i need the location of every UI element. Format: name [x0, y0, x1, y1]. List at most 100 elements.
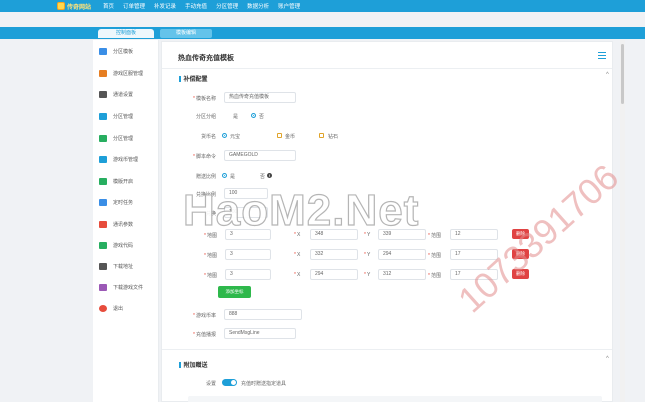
section-extra-gift-title: 附加赠送	[179, 360, 208, 369]
zone-group-label: 分区分组	[195, 114, 216, 120]
script-command-input[interactable]: GAMEGOLD	[224, 150, 296, 161]
map-label: *地图	[204, 253, 217, 259]
wrench-icon	[99, 90, 107, 98]
map-input[interactable]: 3	[225, 269, 271, 280]
tool-icon	[99, 262, 107, 270]
sidebar-item-zone-template[interactable]: 分区模板	[99, 46, 133, 56]
nav-resend[interactable]: 补发记录	[154, 2, 176, 10]
nav-manual-recharge[interactable]: 手动充值	[185, 2, 207, 10]
y-label: *Y	[364, 252, 371, 258]
clipboard-icon	[99, 198, 107, 206]
section-divider	[162, 349, 612, 350]
currency-diamond-label: 钻石	[328, 134, 339, 140]
title-divider	[162, 68, 612, 69]
sidebar-item-zone-management-2[interactable]: 分区管理	[99, 133, 133, 143]
announce-label: *充值播报	[193, 332, 216, 338]
x-input[interactable]: 348	[310, 229, 358, 240]
sidebar: 分区模板 游戏区服管理 通道设置 分区管理 分区管理 游戏币管理 模版开启 定时…	[93, 40, 159, 402]
y-label: *Y	[364, 232, 371, 238]
gift-setting-label: 设置	[205, 381, 216, 387]
announce-input[interactable]: SendMsgLine	[224, 328, 296, 339]
currency-gold-checkbox[interactable]	[277, 133, 282, 138]
template-name-input[interactable]: 热血传奇充值模板	[224, 92, 296, 103]
range-input[interactable]: 17	[450, 249, 498, 260]
sidebar-item-zone-management[interactable]: 分区管理	[99, 111, 133, 121]
chevron-up-icon[interactable]: ^	[606, 356, 612, 362]
gift-ratio-label: 赠送比例	[195, 174, 216, 180]
x-label: *X	[294, 272, 301, 278]
range-input[interactable]: 12	[450, 229, 498, 240]
sidebar-item-template-enable[interactable]: 模版开启	[99, 176, 133, 186]
map-input[interactable]: 3	[225, 249, 271, 260]
sidebar-item-logout[interactable]: 退出	[99, 303, 123, 313]
checkbox-icon	[99, 134, 107, 142]
nav-zones[interactable]: 分区管理	[216, 2, 238, 10]
power-icon	[99, 304, 107, 312]
main-panel: 热血传奇充值模板 补偿配置 ^ *模板名称 热血传奇充值模板 分区分组 是 否 …	[161, 41, 613, 402]
gift-ratio-no-label: 否	[260, 174, 266, 180]
x-label: *X	[294, 252, 301, 258]
delete-button[interactable]: 删除	[512, 229, 529, 239]
gift-toggle-label: 充值时赠送指定道具	[241, 381, 287, 387]
nav-home[interactable]: 首页	[103, 2, 114, 10]
sidebar-item-download-url[interactable]: 下载地址	[99, 261, 133, 271]
y-label: *Y	[364, 272, 371, 278]
page-title: 热血传奇充值模板	[178, 55, 234, 62]
y-input[interactable]: 294	[378, 249, 426, 260]
gamepad-icon	[99, 241, 107, 249]
nav-analytics[interactable]: 数据分析	[247, 2, 269, 10]
y-input[interactable]: 312	[378, 269, 426, 280]
range-label: *范围	[428, 253, 441, 259]
image-icon	[99, 112, 107, 120]
gift-toggle[interactable]	[222, 379, 237, 386]
book-icon	[99, 177, 107, 185]
sidebar-item-scheduled-tasks[interactable]: 定时任务	[99, 197, 133, 207]
currency-gold-label: 金币	[285, 134, 296, 140]
download-icon	[99, 283, 107, 291]
nav-account[interactable]: 账户管理	[278, 2, 300, 10]
delete-button[interactable]: 删除	[512, 269, 529, 279]
zone-group-no-radio[interactable]	[251, 113, 256, 118]
exchange-label: 兑换	[205, 211, 216, 217]
game-rate-label: *游戏币率	[193, 313, 216, 319]
nav-orders[interactable]: 订单管理	[123, 2, 145, 10]
sidebar-item-game-code[interactable]: 游戏代码	[99, 240, 133, 250]
map-input[interactable]: 3	[225, 229, 271, 240]
logo-icon	[57, 2, 65, 10]
x-input[interactable]: 332	[310, 249, 358, 260]
tab-template-edit[interactable]: 模板编辑	[160, 29, 212, 38]
exchange-input[interactable]: 100	[224, 207, 268, 218]
gift-ratio-yes-radio[interactable]	[222, 173, 227, 178]
sidebar-item-server-management[interactable]: 游戏区服管理	[99, 68, 143, 78]
delete-button[interactable]: 删除	[512, 249, 529, 259]
top-nav: 首页 订单管理 补发记录 手动充值 分区管理 数据分析 账户管理	[103, 2, 309, 10]
document-icon	[99, 155, 107, 163]
range-label: *范围	[428, 233, 441, 239]
currency-label: 货币名	[200, 134, 216, 140]
script-command-label: *脚本命令	[193, 154, 216, 160]
hamburger-menu-icon[interactable]	[598, 52, 606, 59]
x-input[interactable]: 294	[310, 269, 358, 280]
info-icon[interactable]: !	[267, 173, 272, 178]
sidebar-item-download-files[interactable]: 下载游戏文件	[99, 282, 143, 292]
tab-dashboard[interactable]: 控制面板	[98, 29, 154, 38]
zone-group-no-label: 否	[259, 114, 265, 120]
tab-bar	[0, 27, 645, 39]
template-icon	[99, 47, 107, 55]
add-coordinate-button[interactable]: 添加坐标	[218, 286, 251, 298]
sidebar-item-channel-settings[interactable]: 通道设置	[99, 89, 133, 99]
gift-ratio-yes-label: 是	[230, 174, 236, 180]
site-logo[interactable]: 传奇网站	[57, 2, 97, 11]
game-rate-input[interactable]: 888	[224, 309, 302, 320]
y-input[interactable]: 339	[378, 229, 426, 240]
currency-yuanbao-radio[interactable]	[222, 133, 227, 138]
map-label: *地图	[204, 233, 217, 239]
template-name-label: *模板名称	[193, 96, 216, 102]
chevron-up-icon[interactable]: ^	[606, 72, 612, 78]
sidebar-item-comm-params[interactable]: 通讯参数	[99, 219, 133, 229]
range-input[interactable]: 17	[450, 269, 498, 280]
currency-diamond-checkbox[interactable]	[319, 133, 324, 138]
scrollbar[interactable]	[620, 40, 625, 402]
exchange-rate-input[interactable]: 100	[224, 188, 268, 199]
sidebar-item-currency[interactable]: 游戏币管理	[99, 154, 138, 164]
